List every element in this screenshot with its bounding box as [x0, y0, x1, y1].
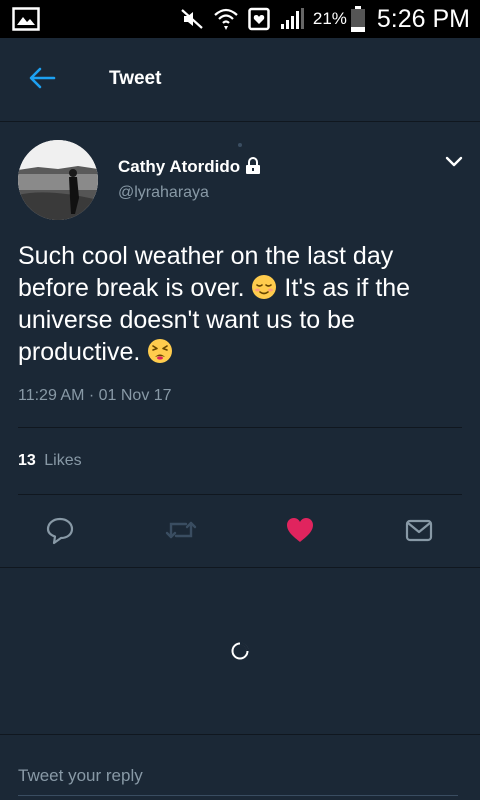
divider	[18, 427, 462, 428]
battery-percent: 21%	[312, 9, 347, 28]
display-name[interactable]: Cathy Atordido	[118, 157, 240, 177]
tweet-text: Such cool weather on the last day before…	[18, 240, 458, 368]
status-bar: 21% 5:26 PM	[0, 0, 480, 38]
relieved-face-emoji	[251, 274, 277, 300]
message-icon[interactable]	[404, 515, 434, 550]
reply-icon[interactable]	[45, 515, 75, 550]
page-title: Tweet	[109, 68, 162, 89]
gallery-icon	[12, 7, 40, 36]
tweet-timestamp: 11:29 AM · 01 Nov 17	[18, 387, 172, 404]
user-handle[interactable]: @lyraharaya	[118, 184, 209, 202]
wifi-icon	[213, 7, 239, 31]
status-clock: 5:26 PM	[376, 4, 470, 33]
chevron-down-icon[interactable]	[444, 155, 464, 174]
tweet-detail-screen: 21% 5:26 PM Tweet Cathy Atordido @lyraha…	[0, 0, 480, 800]
likes-row[interactable]: 13 Likes	[18, 452, 82, 470]
decorative-dot	[238, 143, 242, 147]
heart-icon[interactable]	[285, 515, 315, 550]
likes-label: Likes	[44, 452, 82, 469]
tweet-actions	[0, 507, 480, 567]
retweet-icon[interactable]	[164, 515, 198, 550]
reply-input[interactable]	[18, 757, 458, 796]
notification-icon	[248, 7, 270, 31]
persevering-face-emoji	[147, 338, 173, 364]
lock-icon	[245, 157, 261, 180]
signal-icon	[279, 7, 305, 31]
back-arrow-icon[interactable]	[28, 66, 56, 95]
app-header: Tweet	[0, 38, 480, 122]
likes-count: 13	[18, 452, 36, 469]
avatar[interactable]	[18, 140, 98, 220]
mute-icon	[180, 8, 204, 30]
reply-bar	[0, 734, 480, 800]
battery-icon	[350, 6, 365, 32]
divider	[0, 567, 480, 568]
divider	[18, 494, 462, 495]
loading-spinner-icon	[230, 641, 250, 666]
